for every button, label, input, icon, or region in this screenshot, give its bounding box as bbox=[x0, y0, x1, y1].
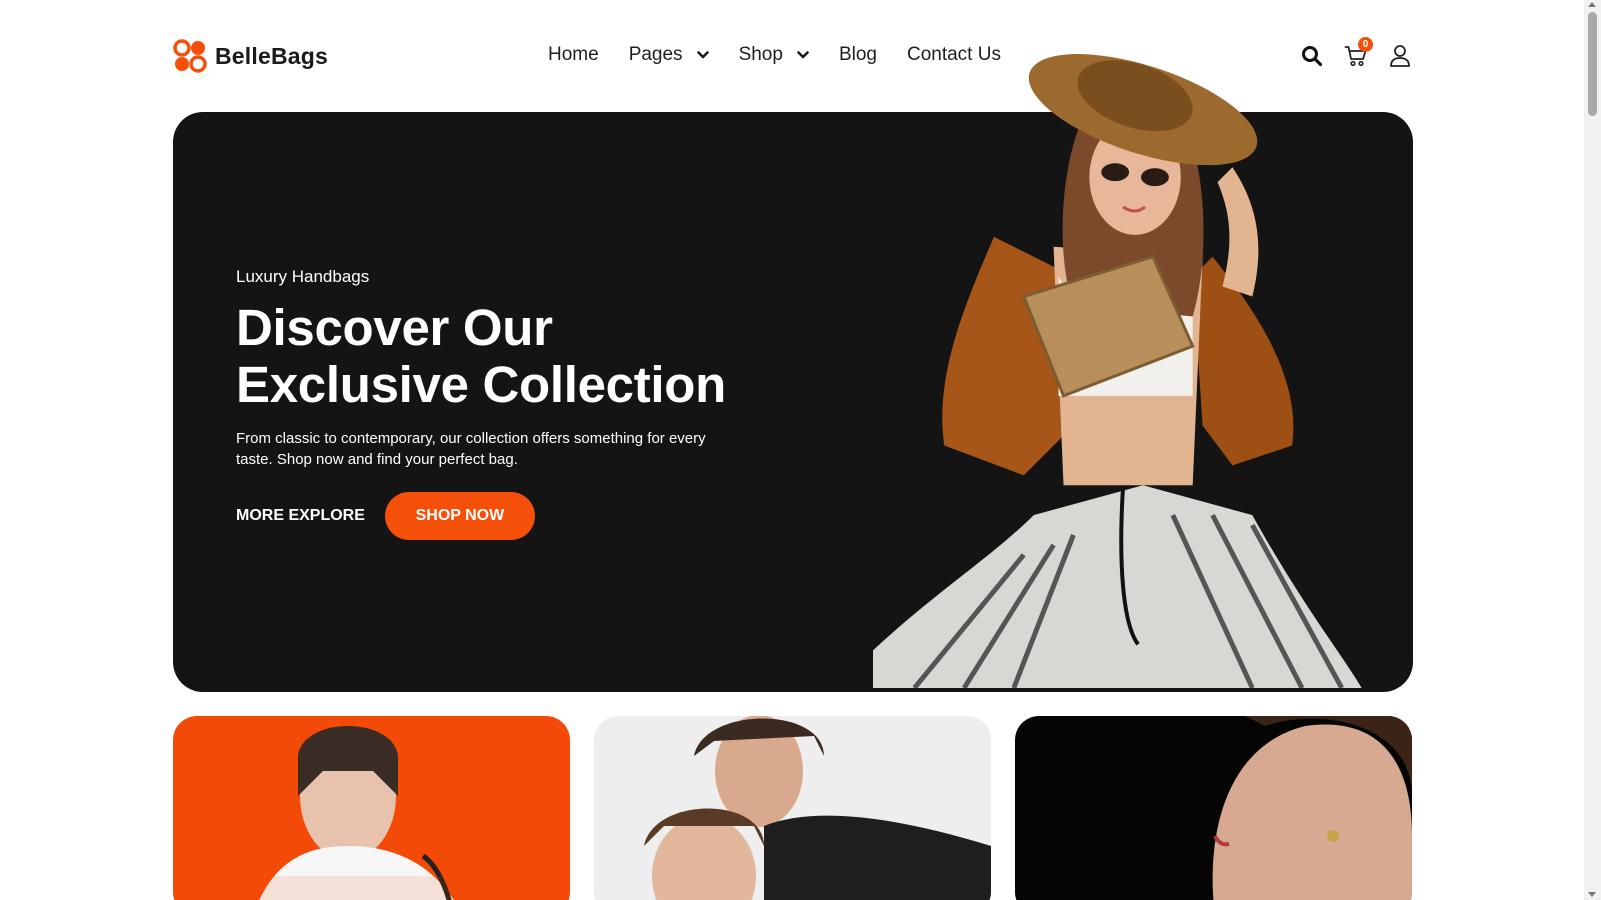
page-scrollbar[interactable] bbox=[1584, 0, 1601, 900]
category-card-1[interactable] bbox=[173, 716, 570, 900]
nav-home[interactable]: Home bbox=[548, 44, 599, 66]
model-image-2 bbox=[644, 716, 991, 900]
model-image-1 bbox=[173, 726, 570, 900]
shop-now-button[interactable]: SHOP NOW bbox=[384, 492, 535, 540]
nav-blog-label: Blog bbox=[838, 44, 877, 65]
category-card-3[interactable] bbox=[1015, 716, 1412, 900]
nav-home-label: Home bbox=[548, 44, 599, 65]
nav-pages-label: Pages bbox=[628, 44, 683, 65]
more-explore-link[interactable]: MORE EXPLORE bbox=[236, 507, 365, 525]
scroll-up-arrow-icon[interactable] bbox=[1588, 2, 1596, 7]
hero-title-line2: Exclusive Collection bbox=[236, 356, 727, 413]
category-cards bbox=[173, 716, 1413, 900]
hero-description: From classic to contemporary, our collec… bbox=[236, 430, 706, 468]
chevron-down-icon bbox=[797, 51, 809, 59]
brand-name: BelleBags bbox=[215, 42, 329, 69]
brand-logo[interactable]: BelleBags bbox=[173, 39, 328, 73]
hero-title: Discover Our Exclusive Collection bbox=[236, 299, 796, 413]
chevron-down-icon bbox=[696, 51, 709, 59]
model-image-3 bbox=[1212, 716, 1412, 900]
hero-actions: MORE EXPLORE SHOP NOW bbox=[236, 492, 535, 540]
hero-title-line1: Discover Our bbox=[236, 299, 553, 356]
nav-shop-label: Shop bbox=[738, 44, 783, 65]
hero-model-image bbox=[873, 54, 1362, 688]
hero-eyebrow: Luxury Handbags bbox=[236, 267, 370, 286]
category-card-2[interactable] bbox=[594, 716, 991, 900]
nav-blog[interactable]: Blog bbox=[839, 44, 877, 66]
clover-logo-icon bbox=[173, 39, 207, 73]
scroll-thumb[interactable] bbox=[1588, 12, 1597, 116]
nav-pages[interactable]: Pages bbox=[629, 44, 709, 66]
scroll-down-arrow-icon[interactable] bbox=[1588, 892, 1596, 897]
nav-shop[interactable]: Shop bbox=[739, 44, 809, 66]
